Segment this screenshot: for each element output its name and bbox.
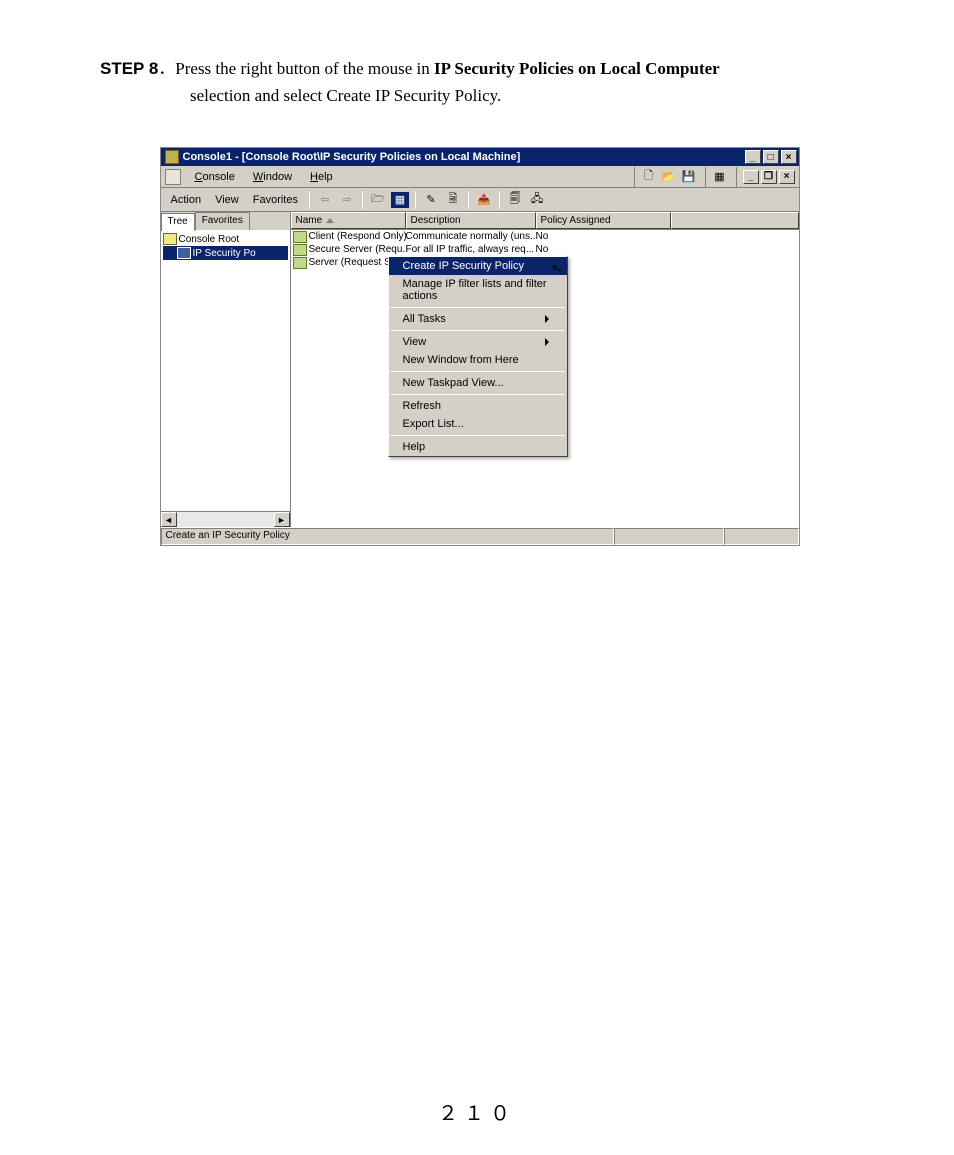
export-icon[interactable]: 📤	[474, 191, 494, 209]
col-description[interactable]: Description	[406, 212, 536, 229]
menu-bar: Console Window Help 🗋 📂 💾 ▦ _ ❐ ×	[161, 166, 799, 188]
scroll-right-icon[interactable]: ►	[274, 512, 290, 527]
ctx-all-tasks[interactable]: All Tasks	[389, 310, 567, 328]
back-icon[interactable]: ⇦	[315, 191, 335, 209]
ctx-help[interactable]: Help	[389, 438, 567, 456]
menu-console[interactable]: Console	[187, 169, 243, 185]
view-toolbar: ▦	[705, 167, 730, 187]
client-area: Tree Favorites Console Root IP Security …	[161, 212, 799, 527]
ctx-separator	[391, 435, 565, 436]
up-icon[interactable]: 🗁	[368, 191, 388, 209]
save-icon[interactable]: 💾	[679, 168, 699, 186]
list-header: Name Description Policy Assigned	[291, 212, 799, 230]
doc-controls: _ ❐ ×	[736, 167, 795, 187]
filter-icon[interactable]: 🖧	[527, 191, 547, 209]
page-number: ２１０	[0, 1097, 954, 1127]
close-button[interactable]: ×	[781, 150, 797, 164]
doc-minimize-button[interactable]: _	[743, 170, 759, 184]
tree-scrollbar[interactable]: ◄ ►	[161, 511, 290, 527]
ctx-refresh[interactable]: Refresh	[389, 397, 567, 415]
maximize-button[interactable]: □	[763, 150, 779, 164]
menu-window[interactable]: Window	[245, 169, 300, 185]
doc-close-button[interactable]: ×	[779, 170, 795, 184]
app-icon	[165, 150, 179, 164]
sort-asc-icon	[326, 218, 334, 223]
mmc-icon	[165, 169, 181, 185]
col-policy-assigned[interactable]: Policy Assigned	[536, 212, 671, 229]
tree-pane: Tree Favorites Console Root IP Security …	[161, 212, 291, 527]
open-icon[interactable]: 📂	[659, 168, 679, 186]
submenu-arrow-icon	[545, 338, 549, 346]
ctx-separator	[391, 307, 565, 308]
tab-tree[interactable]: Tree	[161, 213, 195, 231]
forward-icon[interactable]: ⇨	[337, 191, 357, 209]
minimize-button[interactable]: _	[745, 150, 761, 164]
context-menu: Create IP Security Policy Manage IP filt…	[388, 256, 568, 457]
menu-view[interactable]: View	[209, 192, 245, 208]
new-icon[interactable]: 🗋	[639, 168, 659, 186]
folder-icon	[163, 233, 177, 245]
window-titlebar[interactable]: Console1 - [Console Root\IP Security Pol…	[161, 148, 799, 166]
policy-item-icon	[293, 244, 307, 256]
menu-action[interactable]: Action	[165, 192, 208, 208]
show-hide-icon[interactable]: ▦	[390, 191, 410, 209]
ctx-new-window[interactable]: New Window from Here	[389, 351, 567, 369]
step-label: STEP 8	[100, 59, 158, 78]
ctx-separator	[391, 330, 565, 331]
col-name[interactable]: Name	[291, 212, 406, 229]
ctx-export-list[interactable]: Export List...	[389, 415, 567, 433]
col-spacer	[671, 212, 799, 229]
scroll-left-icon[interactable]: ◄	[161, 512, 177, 527]
doc-restore-button[interactable]: ❐	[761, 170, 777, 184]
list-body[interactable]: Client (Respond Only) Communicate normal…	[291, 230, 799, 527]
refresh-list-icon[interactable]: 🗟	[443, 191, 463, 209]
cursor-icon: ↖	[549, 259, 564, 278]
properties-icon[interactable]: ✎	[421, 191, 441, 209]
window-title: Console1 - [Console Root\IP Security Pol…	[183, 151, 521, 163]
ctx-separator	[391, 371, 565, 372]
menu-favorites[interactable]: Favorites	[247, 192, 304, 208]
status-cell-3	[724, 528, 799, 545]
tab-favorites[interactable]: Favorites	[195, 212, 250, 230]
tree-body[interactable]: Console Root IP Security Po	[161, 230, 290, 511]
list-item[interactable]: Client (Respond Only) Communicate normal…	[291, 230, 799, 243]
tile-icon[interactable]: ▦	[710, 168, 730, 186]
ctx-new-taskpad[interactable]: New Taskpad View...	[389, 374, 567, 392]
submenu-arrow-icon	[545, 315, 549, 323]
step-instruction-line2: selection and select Create IP Security …	[190, 82, 859, 109]
action-toolbar: Action View Favorites ⇦ ⇨ 🗁 ▦ ✎ 🗟 📤 🗐 🖧	[161, 188, 799, 212]
policy-icon[interactable]: 🗐	[505, 191, 525, 209]
menu-help[interactable]: Help	[302, 169, 341, 185]
tree-node-ipsec[interactable]: IP Security Po	[163, 246, 288, 260]
ctx-view[interactable]: View	[389, 333, 567, 351]
ctx-create-ip-security-policy[interactable]: Create IP Security Policy	[389, 257, 567, 275]
screenshot-window: Console1 - [Console Root\IP Security Pol…	[160, 147, 800, 546]
status-cell-2	[614, 528, 724, 545]
policy-item-icon	[293, 231, 307, 243]
step-instruction: STEP 8．Press the right button of the mou…	[100, 55, 859, 82]
ctx-separator	[391, 394, 565, 395]
list-item[interactable]: Secure Server (Requ... For all IP traffi…	[291, 243, 799, 256]
ipsec-icon	[177, 247, 191, 259]
policy-item-icon	[293, 257, 307, 269]
tree-root[interactable]: Console Root	[163, 232, 288, 246]
status-text: Create an IP Security Policy	[161, 528, 614, 545]
list-pane: Name Description Policy Assigned Client …	[291, 212, 799, 527]
status-bar: Create an IP Security Policy	[161, 527, 799, 545]
std-toolbar: 🗋 📂 💾	[634, 167, 699, 187]
ctx-manage-filters[interactable]: Manage IP filter lists and filter action…	[389, 275, 567, 305]
